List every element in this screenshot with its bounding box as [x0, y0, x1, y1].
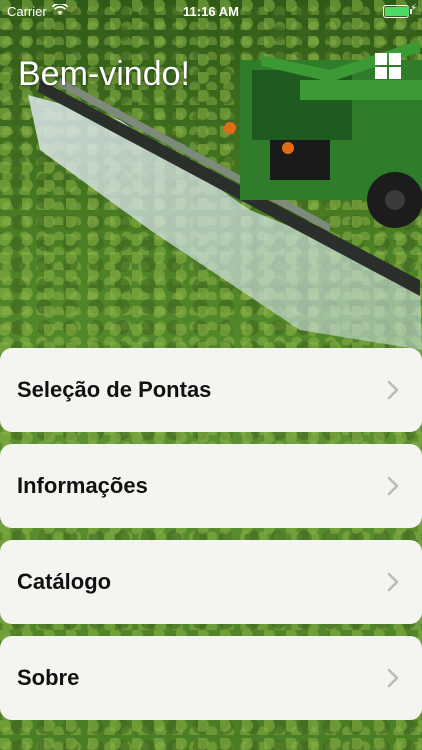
menu-item-sobre[interactable]: Sobre [0, 636, 422, 720]
menu-item-selecao-de-pontas[interactable]: Seleção de Pontas [0, 348, 422, 432]
battery-fill [385, 7, 409, 16]
grid-icon-square [389, 53, 401, 65]
menu-item-label: Catálogo [17, 569, 112, 594]
menu-item-informacoes[interactable]: Informações [0, 444, 422, 528]
menu-item-label: Informações [17, 473, 148, 498]
clock-time: 11:16 AM [183, 4, 239, 19]
menu-item-label: Sobre [17, 665, 80, 690]
battery-icon [383, 5, 412, 18]
menu-item-label: Seleção de Pontas [17, 377, 212, 402]
chevron-right-icon [387, 380, 399, 400]
status-bar: Carrier 11:16 AM ⚡ [0, 0, 422, 22]
page-title: Bem-vindo! [18, 55, 190, 93]
charging-bolt-icon: ⚡ [409, 3, 417, 14]
chevron-right-icon [387, 572, 399, 592]
grid-menu-button[interactable] [375, 53, 401, 79]
sprayer-scene [28, 40, 422, 350]
grid-icon-square [389, 67, 401, 79]
grid-icon-square [375, 67, 387, 79]
grid-icon-square [375, 53, 387, 65]
chevron-right-icon [387, 668, 399, 688]
chevron-right-icon [387, 476, 399, 496]
menu-item-catalogo[interactable]: Catálogo [0, 540, 422, 624]
